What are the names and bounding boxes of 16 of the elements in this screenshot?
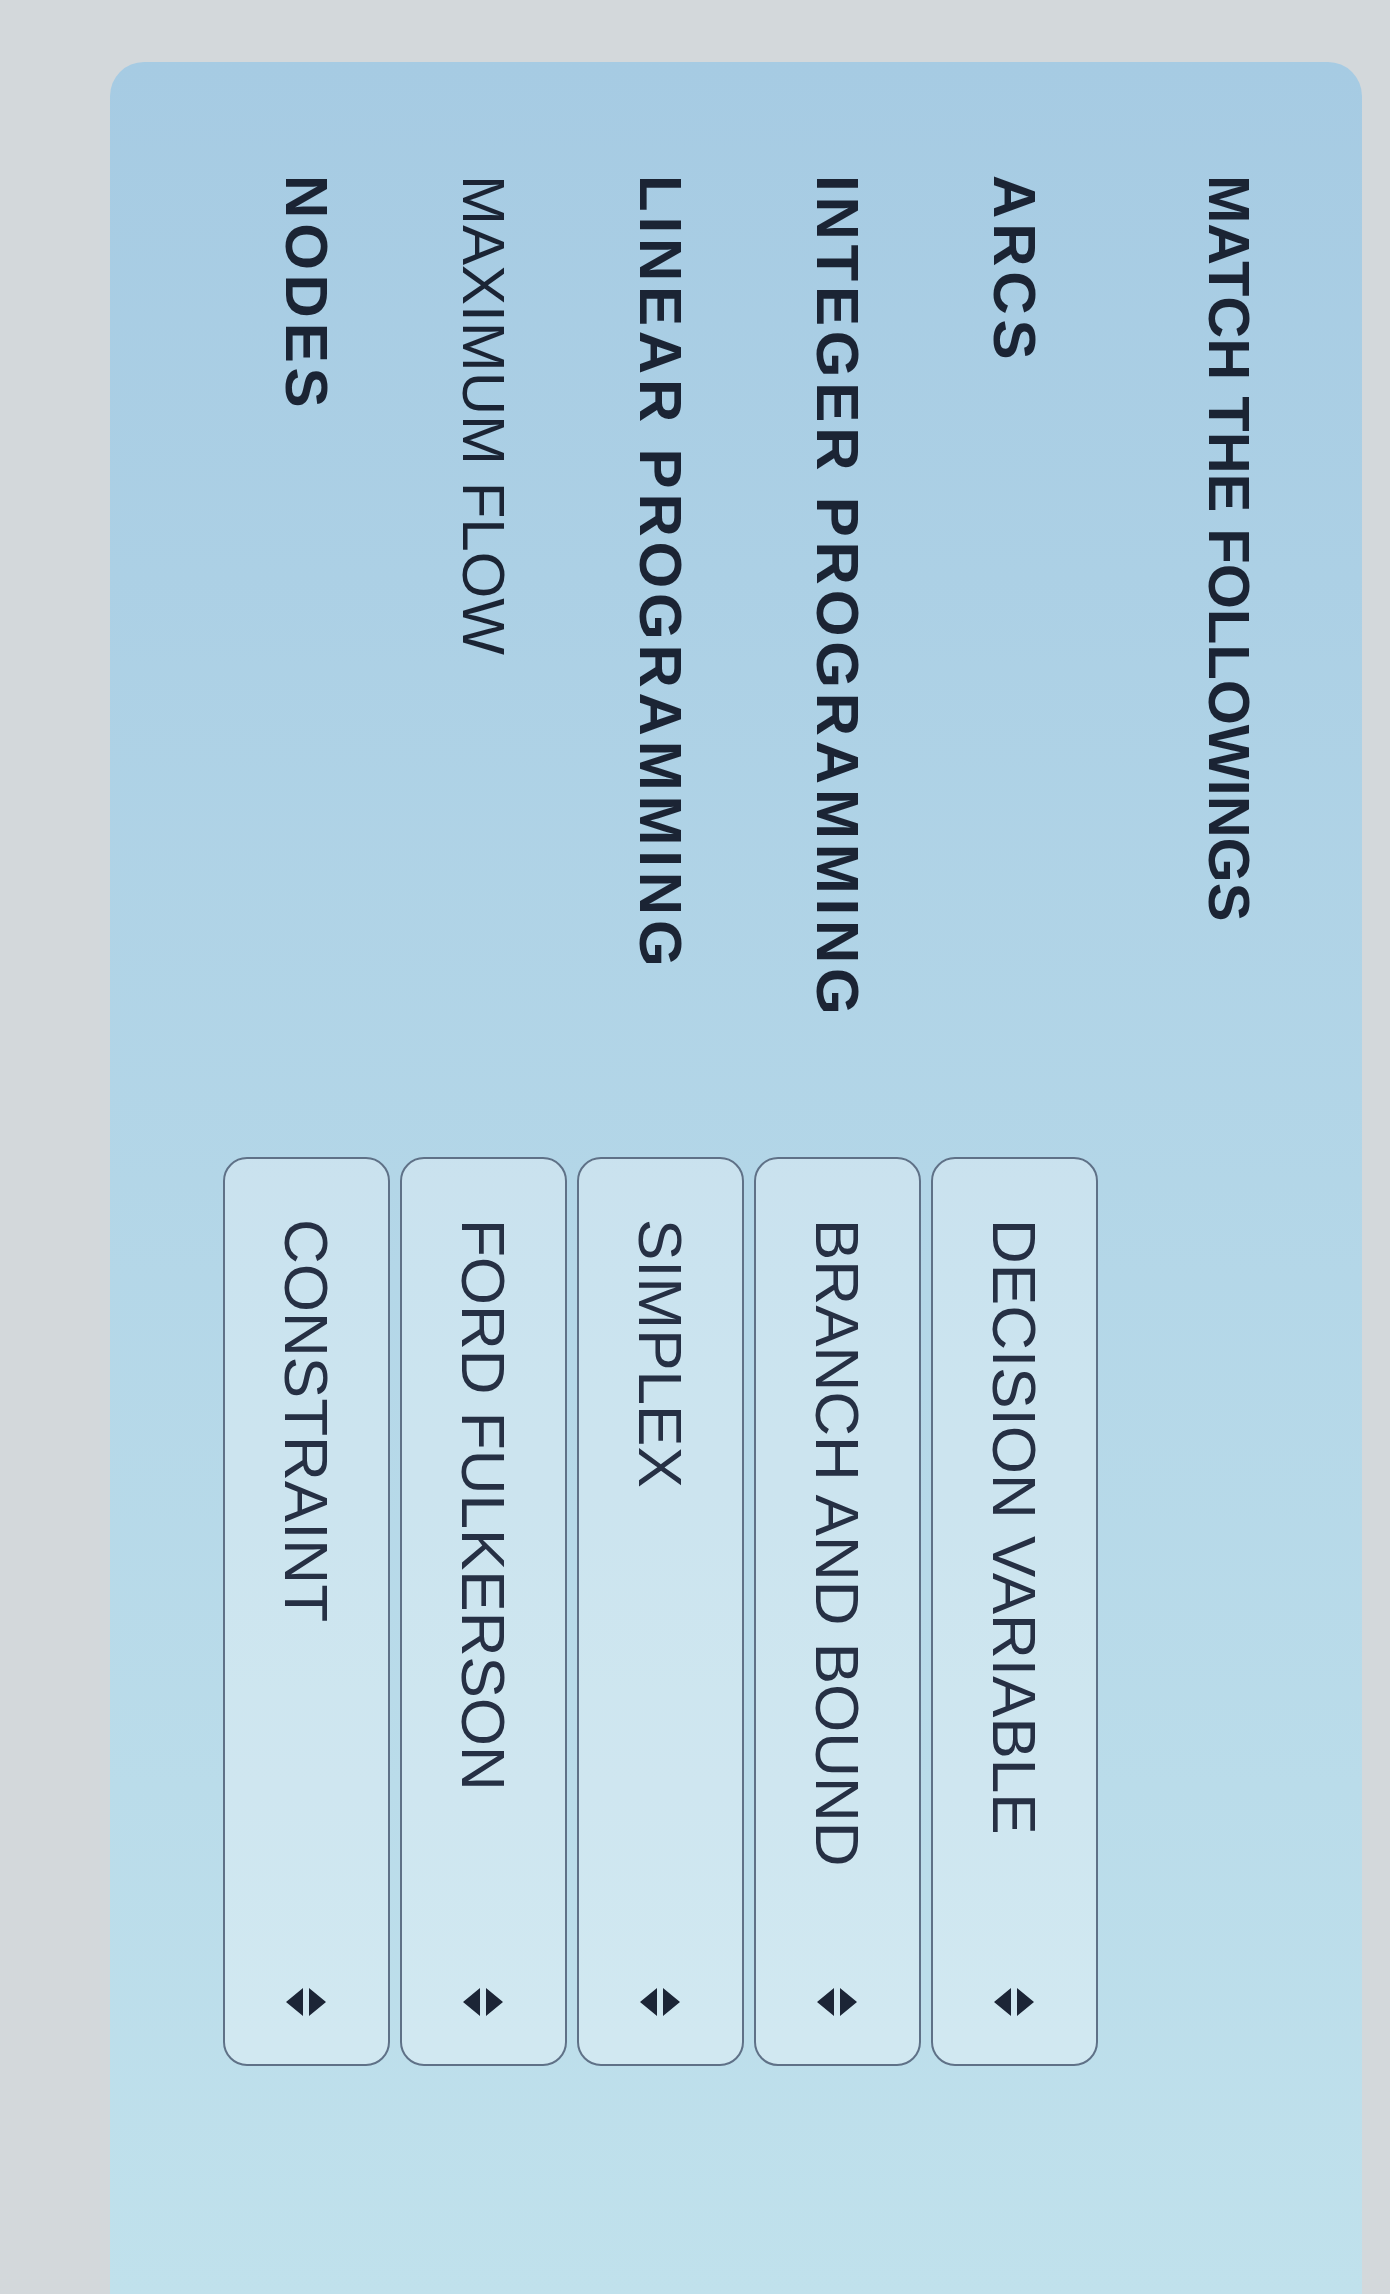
answer-dropdown[interactable]: BRANCH AND BOUND [754,1157,921,2066]
answer-dropdown[interactable]: DECISION VARIABLE [931,1157,1098,2066]
term-label: NODES [272,175,342,413]
term-label: INTEGER PROGRAMMING [803,175,873,1020]
up-down-arrows-icon [640,1988,681,2016]
term-label: MAXIMUM FLOW [449,175,519,655]
up-down-arrows-icon [463,1988,504,2016]
up-down-arrows-icon [286,1988,327,2016]
answer-dropdown[interactable]: FORD FULKERSON [400,1157,567,2066]
up-down-arrows-icon [817,1988,858,2016]
term-label: LINEAR PROGRAMMING [626,175,696,972]
question-title: MATCH THE FOLLOWINGS [1196,175,1263,922]
term-label: ARCS [980,175,1050,365]
answer-dropdown[interactable]: CONSTRAINT [223,1157,390,2066]
up-down-arrows-icon [994,1988,1035,2016]
answer-dropdown[interactable]: SIMPLEX [577,1157,744,2066]
